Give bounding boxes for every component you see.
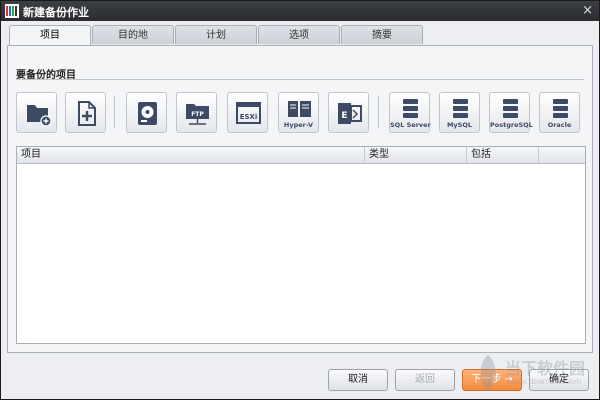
tab-summary[interactable]: 摘要 bbox=[341, 25, 423, 44]
column-header-item[interactable]: 项目 bbox=[17, 147, 365, 163]
column-header-include[interactable]: 包括 bbox=[467, 147, 539, 163]
list-header: 项目 类型 包括 bbox=[17, 147, 585, 164]
next-button[interactable]: 下一步 → bbox=[462, 369, 522, 391]
hyperv-button[interactable]: Hyper-V bbox=[278, 92, 319, 133]
backup-job-window: 新建备份作业 × 项目 目的地 计划 选项 摘要 要备份的项目 FTP ESXi… bbox=[0, 0, 600, 400]
exchange-icon-label: E bbox=[341, 111, 347, 121]
title-bar[interactable]: 新建备份作业 × bbox=[1, 1, 599, 21]
toolbar-separator bbox=[378, 96, 379, 128]
oracle-caption: Oracle bbox=[547, 121, 572, 129]
tab-schedule[interactable]: 计划 bbox=[175, 25, 257, 44]
exchange-icon: E bbox=[338, 103, 362, 124]
folder-plus-icon bbox=[27, 105, 52, 127]
tab-destination[interactable]: 目的地 bbox=[92, 25, 174, 44]
sqlserver-button[interactable]: SQL Server bbox=[389, 92, 431, 133]
items-panel: 要备份的项目 FTP ESXi Hyper-V E SQL Server MyS… bbox=[7, 45, 593, 353]
column-header-type[interactable]: 类型 bbox=[365, 147, 467, 163]
back-button[interactable]: 返回 bbox=[395, 369, 455, 391]
ftp-button[interactable]: FTP bbox=[176, 92, 217, 133]
sqlserver-caption: SQL Server bbox=[390, 121, 431, 129]
esxi-button[interactable]: ESXi bbox=[227, 92, 268, 133]
exchange-button[interactable]: E bbox=[328, 92, 369, 133]
items-list[interactable]: 项目 类型 包括 bbox=[16, 146, 586, 344]
add-folder-button[interactable] bbox=[16, 92, 57, 133]
ok-button[interactable]: 确定 bbox=[529, 369, 589, 391]
tab-options[interactable]: 选项 bbox=[258, 25, 340, 44]
app-icon bbox=[5, 4, 19, 18]
file-plus-icon bbox=[78, 101, 96, 126]
oracle-button[interactable]: Oracle bbox=[539, 92, 580, 133]
cancel-button[interactable]: 取消 bbox=[328, 369, 388, 391]
toolbar-separator bbox=[114, 96, 115, 128]
postgresql-button[interactable]: PostgreSQL bbox=[489, 92, 533, 133]
hyperv-caption: Hyper-V bbox=[283, 121, 314, 129]
ftp-folder-icon: FTP bbox=[186, 104, 209, 125]
window-title: 新建备份作业 bbox=[23, 6, 89, 19]
mysql-caption: MySQL bbox=[446, 121, 473, 129]
mysql-button[interactable]: MySQL bbox=[439, 92, 480, 133]
tab-items[interactable]: 项目 bbox=[9, 25, 91, 46]
add-file-button[interactable] bbox=[65, 92, 106, 133]
disk-button[interactable] bbox=[126, 92, 167, 133]
section-divider bbox=[16, 79, 584, 80]
postgresql-caption: PostgreSQL bbox=[490, 121, 533, 129]
ftp-icon-label: FTP bbox=[191, 111, 204, 118]
hard-disk-icon bbox=[138, 102, 157, 125]
esxi-icon: ESXi bbox=[236, 102, 261, 124]
close-icon[interactable]: × bbox=[582, 3, 593, 18]
esxi-icon-label: ESXi bbox=[240, 113, 258, 121]
